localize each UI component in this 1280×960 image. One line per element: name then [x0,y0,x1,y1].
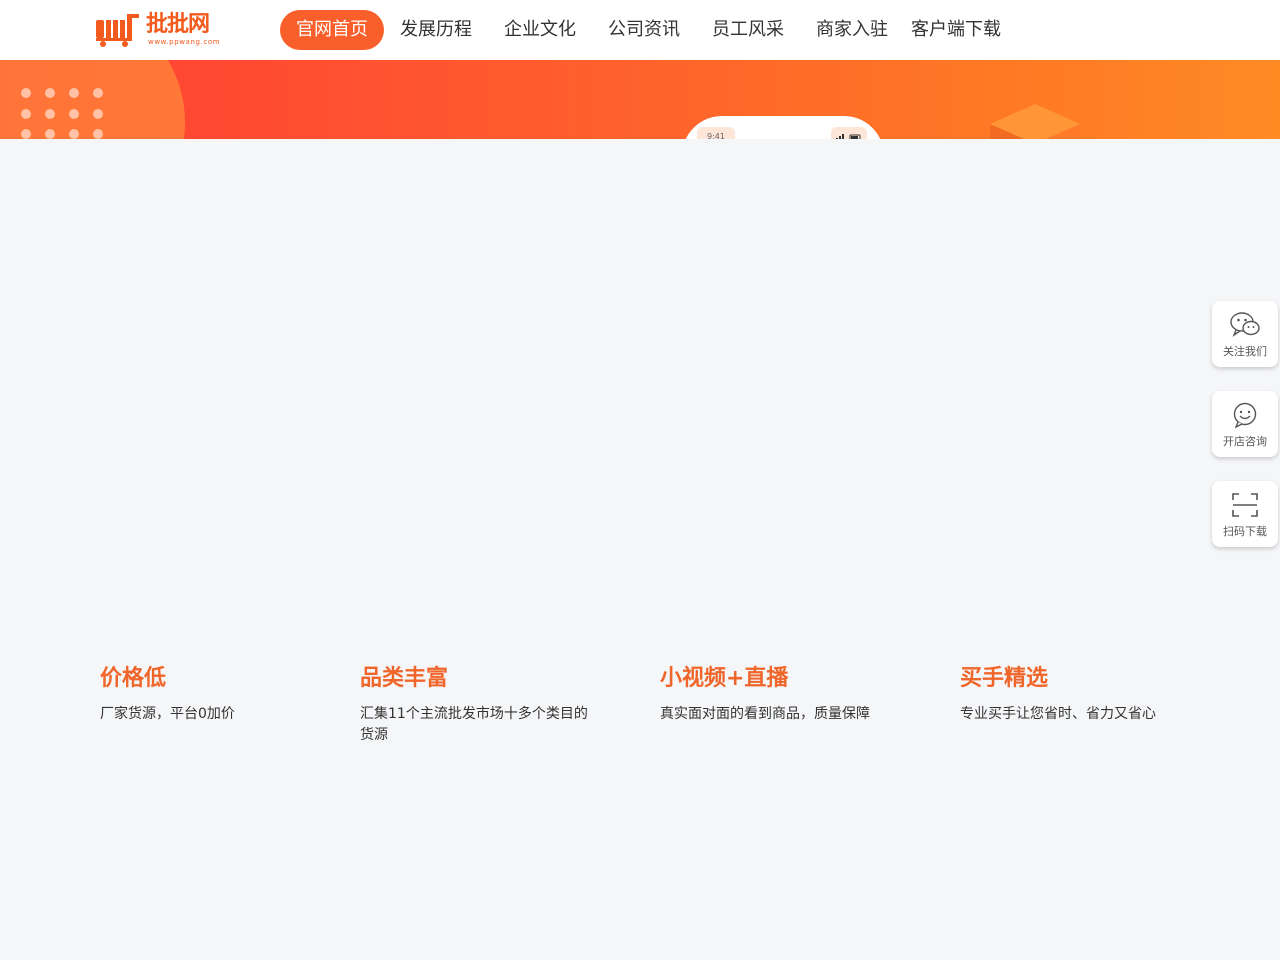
chat-smile-icon [1233,402,1257,429]
banner-dot [69,129,79,139]
shop-consult-widget[interactable]: 开店咨询 [1212,391,1278,457]
banner-dot [93,109,103,119]
banner-dot [93,88,103,98]
feature-video-live: 小视频+直播 真实面对面的看到商品，质量保障 [660,664,900,725]
feature-low-price: 价格低 厂家货源，平台0加价 [100,664,340,725]
cart-logo-icon [96,14,139,47]
feature-desc: 专业买手让您省时、省力又省心 [960,706,1156,722]
banner-dot [93,129,103,139]
banner-dot [69,109,79,119]
signal-battery-icon [836,134,861,139]
banner-dot [69,88,79,98]
banner-dot [45,88,55,98]
nav-item-culture[interactable]: 企业文化 [496,10,584,50]
side-label: 开店咨询 [1223,435,1267,448]
logo-title: 批批网 [146,12,210,37]
feature-title: 品类丰富 [360,666,449,691]
banner-dot [45,109,55,119]
nav-item-home[interactable]: 官网首页 [280,10,384,50]
banner-dot [21,88,31,98]
hero-banner: 9:41 [0,60,1280,139]
gift-box-decor-icon [990,104,1080,139]
feature-title: 买手精选 [960,666,1049,691]
side-label: 关注我们 [1223,345,1267,358]
nav-item-staff[interactable]: 员工风采 [704,10,792,50]
nav-item-news[interactable]: 公司资讯 [600,10,688,50]
banner-dot [21,129,31,139]
feature-buyer-picks: 买手精选 专业买手让您省时、省力又省心 [960,664,1200,725]
site-header: 批批网 www.ppwang.com 官网首页 发展历程 企业文化 公司资讯 员… [0,0,1280,60]
side-label: 扫码下载 [1223,525,1267,538]
feature-title: 价格低 [100,666,167,691]
follow-us-widget[interactable]: 关注我们 [1212,301,1278,367]
logo-url: www.ppwang.com [148,38,221,46]
feature-desc: 厂家货源，平台0加价 [100,706,235,722]
nav-item-download[interactable]: 客户端下载 [906,10,1006,50]
nav-item-history[interactable]: 发展历程 [392,10,480,50]
logo[interactable]: 批批网 www.ppwang.com [96,12,220,48]
banner-dot [45,129,55,139]
feature-title: 小视频+直播 [660,666,789,691]
banner-decor-circle [0,60,185,139]
scan-download-widget[interactable]: 扫码下载 [1212,481,1278,547]
nav-item-merchant[interactable]: 商家入驻 [808,10,896,50]
scan-icon [1232,493,1258,517]
feature-desc: 汇集11个主流批发市场十多个类目的货源 [360,706,588,743]
phone-status-time: 9:41 [697,127,735,139]
phone-status-icons [831,127,867,139]
feature-rich-categories: 品类丰富 汇集11个主流批发市场十多个类目的货源 [360,664,600,746]
banner-dot [21,109,31,119]
feature-desc: 真实面对面的看到商品，质量保障 [660,706,870,722]
wechat-icon [1230,312,1260,337]
